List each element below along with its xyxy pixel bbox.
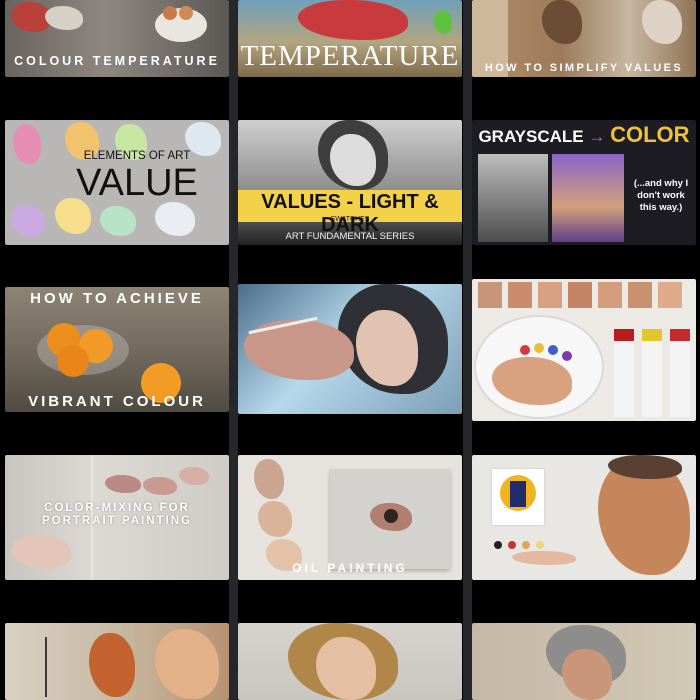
paint-blob: [100, 206, 136, 236]
paint-blob: [11, 535, 71, 569]
paint-dot: [534, 343, 544, 353]
statue-head-image: [542, 0, 582, 44]
color-portrait-image: [552, 154, 624, 242]
blocked-head-image: [89, 633, 135, 697]
thumbnail-woman-portrait[interactable]: [238, 623, 462, 700]
thumbnail-vibrant-colour[interactable]: HOW TO ACHIEVE VIBRANT COLOUR: [5, 287, 229, 412]
video-thumbnail-grid: COLOUR TEMPERATURE TEMPERATURE HOW TO SI…: [0, 0, 700, 700]
thumbnail-oil-painting[interactable]: OIL PAINTING: [238, 455, 462, 580]
swatch: [568, 282, 592, 308]
swatch: [658, 282, 682, 308]
thumbnail-subtitle: PORTRAIT PAINTING: [41, 515, 193, 527]
paint-blob: [254, 459, 284, 499]
swatch: [508, 282, 532, 308]
portrait-face-image: [155, 629, 219, 699]
thumbnail-title: COLOUR TEMPERATURE: [14, 54, 220, 68]
paint-tube-image: [642, 329, 662, 417]
egg-image: [179, 6, 193, 20]
paint-blob: [143, 477, 177, 495]
eye-pupil-image: [384, 509, 398, 523]
swatch: [478, 282, 502, 308]
paint-blob: [13, 124, 41, 164]
thumbnail-title-row: GRAYSCALE → COLOR: [472, 122, 696, 148]
thumbnail-title: HOW TO ACHIEVE: [30, 290, 204, 307]
paint-blob: [11, 205, 45, 237]
thumbnail-portrait-construction[interactable]: [5, 623, 229, 700]
paint-blob: [45, 6, 83, 30]
column-divider: [229, 0, 238, 700]
thumbnail-temperature[interactable]: TEMPERATURE: [238, 0, 462, 77]
logo-figure-icon: [510, 481, 526, 507]
paint-dot: [548, 345, 558, 355]
paint-dot: [494, 541, 502, 549]
thumbnail-painted-girl-portrait[interactable]: [238, 284, 462, 414]
swatch: [628, 282, 652, 308]
paint-blob: [512, 551, 576, 565]
thumbnail-title: OIL PAINTING: [292, 561, 408, 575]
construction-lines: [45, 637, 47, 697]
paint-blob: [105, 475, 141, 493]
paint-dot: [536, 541, 544, 549]
title-color: COLOR: [610, 122, 690, 147]
chameleon-icon: [434, 10, 452, 34]
paint-blob: [179, 467, 209, 485]
paint-dot: [508, 541, 516, 549]
paint-tube-image: [614, 329, 634, 417]
swatch: [538, 282, 562, 308]
thumbnail-colour-temperature[interactable]: COLOUR TEMPERATURE: [5, 0, 229, 77]
egg-image: [163, 6, 177, 20]
grayscale-portrait-image: [478, 154, 548, 242]
thumbnail-portrait-painting-man[interactable]: [472, 455, 696, 580]
paint-blob: [258, 501, 292, 537]
paint-dot: [562, 351, 572, 361]
orange-image: [57, 345, 89, 377]
statue-head-image: [642, 0, 682, 44]
swatch: [598, 282, 622, 308]
paint-dot: [522, 541, 530, 549]
thumbnail-how-to-simplify-values[interactable]: HOW TO SIMPLIFY VALUES: [472, 0, 696, 77]
thumbnail-subtitle: ELEMENTS OF ART: [83, 150, 191, 162]
thumbnail-values-light-and-dark[interactable]: VALUES - LIGHT & DARK SWATCHES ART FUNDA…: [238, 120, 462, 245]
arrow-icon: →: [588, 127, 606, 146]
thumbnail-elderly-portrait[interactable]: [472, 623, 696, 700]
thumbnail-subtitle: ART FUNDAMENTAL SERIES: [285, 231, 415, 242]
thumbnail-badge: SWATCHES: [330, 216, 370, 223]
red-dragon-image: [298, 0, 408, 40]
thumbnail-note: (...and why I don't work this way.): [633, 178, 689, 213]
column-divider: [463, 0, 472, 700]
paint-tube-image: [670, 329, 690, 417]
thumbnail-title: COLOR-MIXING FOR: [44, 502, 190, 514]
thumbnail-elements-of-art-value[interactable]: ELEMENTS OF ART VALUE: [5, 120, 229, 245]
thumbnail-skin-palette-swatches[interactable]: [472, 279, 696, 421]
paint-dot: [520, 345, 530, 355]
title-grayscale: GRAYSCALE: [478, 127, 584, 146]
thumbnail-grayscale-to-color[interactable]: GRAYSCALE → COLOR (...and why I don't wo…: [472, 120, 696, 245]
thumbnail-title: HOW TO SIMPLIFY VALUES: [484, 62, 684, 74]
thumbnail-title: TEMPERATURE: [240, 40, 460, 72]
thumbnail-color-mixing-portrait[interactable]: COLOR-MIXING FOR PORTRAIT PAINTING: [5, 455, 229, 580]
thumbnail-subtitle: VIBRANT COLOUR: [28, 393, 206, 410]
thumbnail-title: VALUE: [76, 162, 198, 204]
elderly-face-image: [562, 649, 612, 700]
paint-blob: [155, 202, 195, 236]
